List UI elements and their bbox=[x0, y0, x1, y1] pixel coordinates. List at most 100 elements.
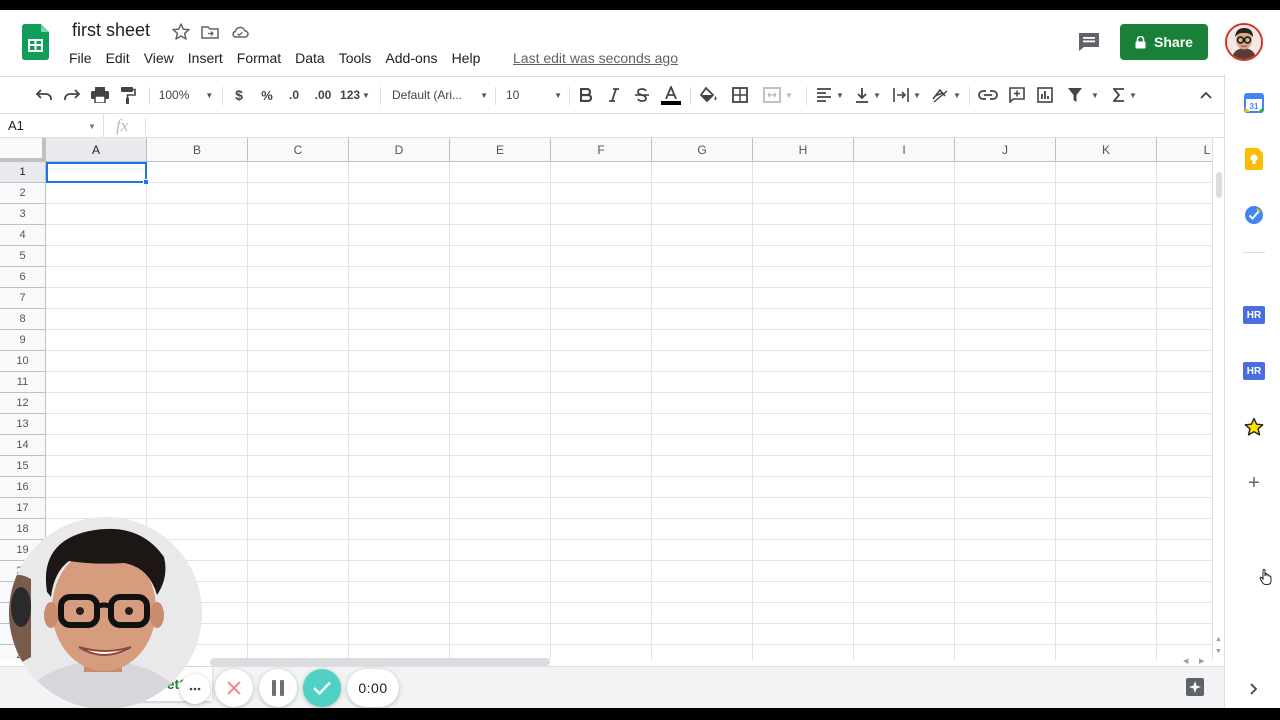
text-color-button[interactable] bbox=[660, 83, 682, 107]
italic-button[interactable] bbox=[604, 83, 624, 107]
text-rotation-icon[interactable]: ▼ bbox=[929, 83, 963, 107]
recorder-pause-button[interactable] bbox=[259, 669, 297, 707]
scroll-up-icon[interactable]: ▲ bbox=[1215, 636, 1222, 643]
scroll-right-icon[interactable]: ▶ bbox=[1199, 657, 1204, 665]
row-header-18[interactable]: 18 bbox=[0, 519, 46, 540]
text-wrapping-icon[interactable]: ▼ bbox=[890, 83, 924, 107]
horizontal-scroll-thumb[interactable] bbox=[210, 658, 550, 666]
fill-color-icon[interactable] bbox=[698, 83, 720, 107]
recorder-more-button[interactable] bbox=[180, 674, 210, 704]
account-avatar[interactable] bbox=[1225, 23, 1263, 61]
row-header-17[interactable]: 17 bbox=[0, 498, 46, 519]
column-header-l[interactable]: L bbox=[1157, 138, 1212, 162]
keep-icon[interactable] bbox=[1243, 148, 1265, 170]
menu-format[interactable]: Format bbox=[230, 48, 288, 70]
menu-tools[interactable]: Tools bbox=[332, 48, 379, 70]
zoom-select[interactable]: 100% ▼ bbox=[158, 83, 214, 107]
cell-area[interactable] bbox=[46, 162, 1212, 660]
borders-icon[interactable] bbox=[729, 83, 751, 107]
row-header-11[interactable]: 11 bbox=[0, 372, 46, 393]
star-addon-icon[interactable] bbox=[1243, 416, 1265, 438]
column-header-e[interactable]: E bbox=[450, 138, 551, 162]
functions-icon[interactable]: ▼ bbox=[1109, 83, 1141, 107]
calendar-icon[interactable]: 31 bbox=[1243, 92, 1265, 114]
column-header-c[interactable]: C bbox=[248, 138, 349, 162]
column-header-g[interactable]: G bbox=[652, 138, 753, 162]
column-header-h[interactable]: H bbox=[753, 138, 854, 162]
row-header-16[interactable]: 16 bbox=[0, 477, 46, 498]
filter-icon[interactable]: ▼ bbox=[1063, 83, 1103, 107]
vertical-scroll-thumb[interactable] bbox=[1216, 172, 1222, 198]
row-header-7[interactable]: 7 bbox=[0, 288, 46, 309]
row-header-9[interactable]: 9 bbox=[0, 330, 46, 351]
column-header-k[interactable]: K bbox=[1056, 138, 1157, 162]
redo-icon[interactable] bbox=[60, 83, 84, 107]
more-formats-button[interactable]: 123 ▼ bbox=[338, 83, 372, 107]
column-header-i[interactable]: I bbox=[854, 138, 955, 162]
tasks-icon[interactable] bbox=[1243, 204, 1265, 226]
row-header-3[interactable]: 3 bbox=[0, 204, 46, 225]
row-header-8[interactable]: 8 bbox=[0, 309, 46, 330]
scroll-left-icon[interactable]: ◀ bbox=[1183, 657, 1188, 665]
menu-view[interactable]: View bbox=[137, 48, 181, 70]
row-header-6[interactable]: 6 bbox=[0, 267, 46, 288]
explore-icon[interactable] bbox=[1185, 677, 1205, 697]
font-family-select[interactable]: Default (Ari... ▼ bbox=[392, 83, 488, 107]
comments-icon[interactable] bbox=[1076, 30, 1102, 54]
row-header-12[interactable]: 12 bbox=[0, 393, 46, 414]
column-header-j[interactable]: J bbox=[955, 138, 1056, 162]
print-icon[interactable] bbox=[88, 83, 112, 107]
row-header-10[interactable]: 10 bbox=[0, 351, 46, 372]
row-header-14[interactable]: 14 bbox=[0, 435, 46, 456]
font-size-select[interactable]: 10 ▼ bbox=[506, 83, 562, 107]
row-header-15[interactable]: 15 bbox=[0, 456, 46, 477]
menu-help[interactable]: Help bbox=[445, 48, 488, 70]
undo-icon[interactable] bbox=[32, 83, 56, 107]
menu-file[interactable]: File bbox=[62, 48, 99, 70]
share-button[interactable]: Share bbox=[1120, 24, 1208, 60]
insert-chart-icon[interactable] bbox=[1034, 83, 1056, 107]
hr-addon-icon[interactable]: HR bbox=[1243, 304, 1265, 326]
get-add-ons-icon[interactable]: + bbox=[1243, 472, 1265, 494]
row-header-4[interactable]: 4 bbox=[0, 225, 46, 246]
menu-insert[interactable]: Insert bbox=[181, 48, 230, 70]
recorder-cancel-button[interactable] bbox=[215, 669, 253, 707]
document-title[interactable]: first sheet bbox=[72, 20, 150, 41]
decrease-decimal-button[interactable]: .0 bbox=[283, 83, 305, 107]
cloud-saved-icon[interactable] bbox=[230, 22, 250, 42]
vertical-align-icon[interactable]: ▼ bbox=[851, 83, 885, 107]
select-all-corner[interactable] bbox=[0, 138, 46, 162]
sheets-logo-icon[interactable] bbox=[22, 24, 49, 60]
column-header-a[interactable]: A bbox=[46, 138, 147, 162]
hr-addon-icon[interactable]: HR bbox=[1243, 360, 1265, 382]
increase-decimal-button[interactable]: .00 bbox=[310, 83, 336, 107]
star-icon[interactable] bbox=[171, 22, 191, 42]
column-header-d[interactable]: D bbox=[349, 138, 450, 162]
strikethrough-button[interactable] bbox=[632, 83, 652, 107]
recorder-finish-button[interactable] bbox=[303, 669, 341, 707]
show-side-panel-icon[interactable] bbox=[1243, 678, 1265, 700]
row-header-5[interactable]: 5 bbox=[0, 246, 46, 267]
row-header-2[interactable]: 2 bbox=[0, 183, 46, 204]
column-header-f[interactable]: F bbox=[551, 138, 652, 162]
percent-format-button[interactable]: % bbox=[258, 83, 276, 107]
fill-handle[interactable] bbox=[143, 179, 149, 185]
row-header-13[interactable]: 13 bbox=[0, 414, 46, 435]
menu-add-ons[interactable]: Add-ons bbox=[378, 48, 444, 70]
menu-edit[interactable]: Edit bbox=[99, 48, 137, 70]
insert-link-icon[interactable] bbox=[977, 83, 999, 107]
currency-format-button[interactable]: $ bbox=[230, 83, 248, 107]
insert-comment-icon[interactable] bbox=[1006, 83, 1028, 107]
last-edit-link[interactable]: Last edit was seconds ago bbox=[513, 50, 678, 66]
webcam-bubble[interactable] bbox=[9, 517, 202, 708]
row-header-1[interactable]: 1 bbox=[0, 162, 46, 183]
paint-format-icon[interactable] bbox=[116, 83, 140, 107]
vertical-scrollbar[interactable]: ▲ ▼ bbox=[1212, 138, 1224, 660]
name-box-caret-icon[interactable]: ▼ bbox=[88, 122, 96, 131]
merge-cells-icon[interactable]: ▼ bbox=[758, 83, 798, 107]
scroll-down-icon[interactable]: ▼ bbox=[1215, 648, 1222, 655]
menu-data[interactable]: Data bbox=[288, 48, 332, 70]
active-cell-a1[interactable] bbox=[46, 162, 147, 183]
horizontal-align-icon[interactable]: ▼ bbox=[813, 83, 847, 107]
move-folder-icon[interactable] bbox=[200, 22, 220, 42]
